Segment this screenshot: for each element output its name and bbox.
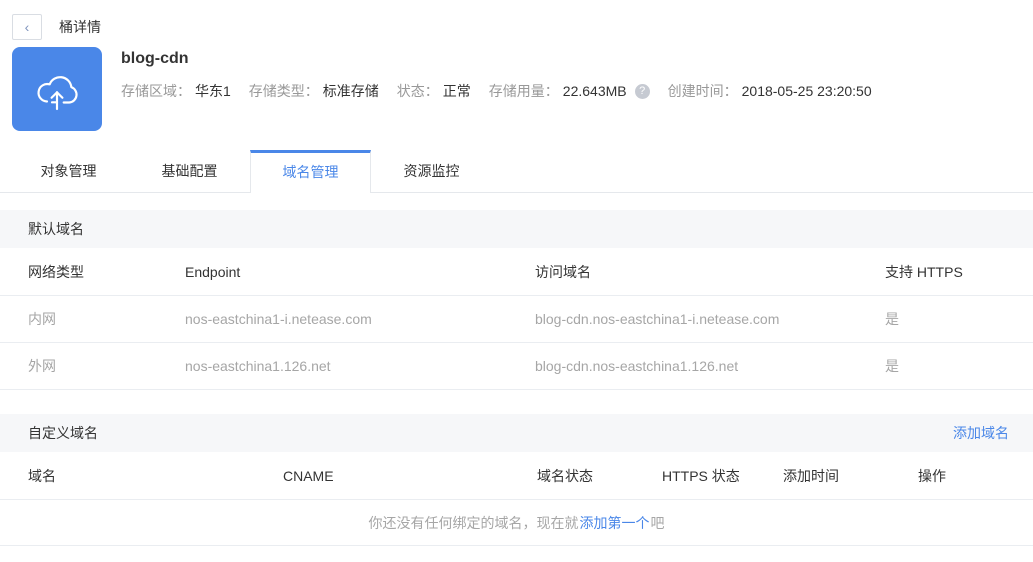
cell-access-domain: blog-cdn.nos-eastchina1.126.net	[535, 358, 739, 374]
cell-https-support: 是	[885, 358, 899, 374]
section-default-domains: 默认域名	[0, 210, 1033, 248]
meta-label: 存储用量：	[488, 83, 559, 99]
add-first-domain-link[interactable]: 添加第一个	[580, 513, 650, 533]
cell-network-type: 内网	[28, 311, 56, 327]
col-header-domain: 域名	[28, 467, 56, 484]
help-icon[interactable]: ?	[634, 83, 650, 99]
bucket-info: blog-cdn 存储区域： 华东1 存储类型： 标准存储 状态： 正常 存储用…	[121, 47, 890, 131]
default-domains-header-row: 网络类型 Endpoint 访问域名 支持 HTTPS	[0, 248, 1033, 296]
meta-value: 正常	[442, 83, 471, 99]
cell-endpoint: nos-eastchina1.126.net	[185, 358, 331, 374]
col-header-access-domain: 访问域名	[535, 263, 591, 280]
section-title: 自定义域名	[28, 425, 98, 441]
cloud-upload-icon	[37, 76, 78, 111]
col-header-add-time: 添加时间	[783, 467, 839, 484]
tab-object-management[interactable]: 对象管理	[8, 151, 129, 192]
add-domain-link[interactable]: 添加域名	[953, 423, 1009, 443]
back-button[interactable]: ‹	[12, 13, 42, 40]
empty-state: 你还没有任何绑定的域名，现在就 添加第一个吧	[0, 500, 1033, 546]
meta-storage-usage: 存储用量： 22.643MB ?	[489, 81, 658, 101]
meta-value: 华东1	[195, 83, 231, 99]
meta-storage-type: 存储类型： 标准存储	[249, 81, 379, 101]
col-header-network-type: 网络类型	[28, 263, 84, 280]
bucket-name: blog-cdn	[121, 50, 189, 67]
tab-bar: 对象管理 基础配置 域名管理 资源监控	[0, 150, 1033, 193]
bucket-meta: 存储区域： 华东1 存储类型： 标准存储 状态： 正常 存储用量： 22.643…	[121, 81, 890, 101]
col-header-domain-status: 域名状态	[537, 467, 593, 484]
meta-label: 存储区域：	[121, 83, 191, 99]
cell-network-type: 外网	[28, 358, 56, 374]
meta-value: 2018-05-25 23:20:50	[741, 83, 872, 99]
col-header-https-status: HTTPS 状态	[662, 467, 740, 484]
meta-created-time: 创建时间： 2018-05-25 23:20:50	[668, 81, 872, 101]
table-row: 外网 nos-eastchina1.126.net blog-cdn.nos-e…	[0, 343, 1033, 390]
cell-access-domain: blog-cdn.nos-eastchina1-i.netease.com	[535, 311, 780, 327]
chevron-left-icon: ‹	[24, 18, 30, 35]
col-header-endpoint: Endpoint	[185, 263, 241, 280]
meta-value: 标准存储	[322, 83, 379, 99]
meta-label: 存储类型：	[248, 83, 319, 99]
cell-endpoint: nos-eastchina1-i.netease.com	[185, 311, 372, 327]
cell-https-support: 是	[885, 311, 899, 327]
meta-status: 状态： 正常	[397, 81, 471, 101]
custom-domains-header-row: 域名 CNAME 域名状态 HTTPS 状态 添加时间 操作	[0, 452, 1033, 500]
bucket-header: blog-cdn 存储区域： 华东1 存储类型： 标准存储 状态： 正常 存储用…	[0, 42, 1033, 131]
page-title: 桶详情	[59, 18, 101, 35]
col-header-https-support: 支持 HTTPS	[885, 263, 963, 280]
meta-label: 状态：	[396, 83, 439, 99]
meta-value: 22.643MB	[562, 83, 627, 99]
col-header-actions: 操作	[918, 467, 946, 484]
section-custom-domains: 自定义域名 添加域名	[0, 414, 1033, 452]
empty-text-suffix: 吧	[650, 514, 665, 531]
table-row: 内网 nos-eastchina1-i.netease.com blog-cdn…	[0, 296, 1033, 343]
topbar: ‹ 桶详情	[0, 0, 1033, 42]
tab-basic-config[interactable]: 基础配置	[129, 151, 250, 192]
tab-resource-monitor[interactable]: 资源监控	[371, 151, 492, 192]
meta-storage-region: 存储区域： 华东1	[121, 81, 231, 101]
meta-label: 创建时间：	[667, 83, 738, 99]
bucket-icon	[12, 47, 102, 131]
section-title: 默认域名	[28, 221, 84, 237]
col-header-cname: CNAME	[283, 467, 334, 484]
empty-text-prefix: 你还没有任何绑定的域名，现在就	[368, 514, 579, 531]
tab-domain-management[interactable]: 域名管理	[250, 150, 371, 193]
